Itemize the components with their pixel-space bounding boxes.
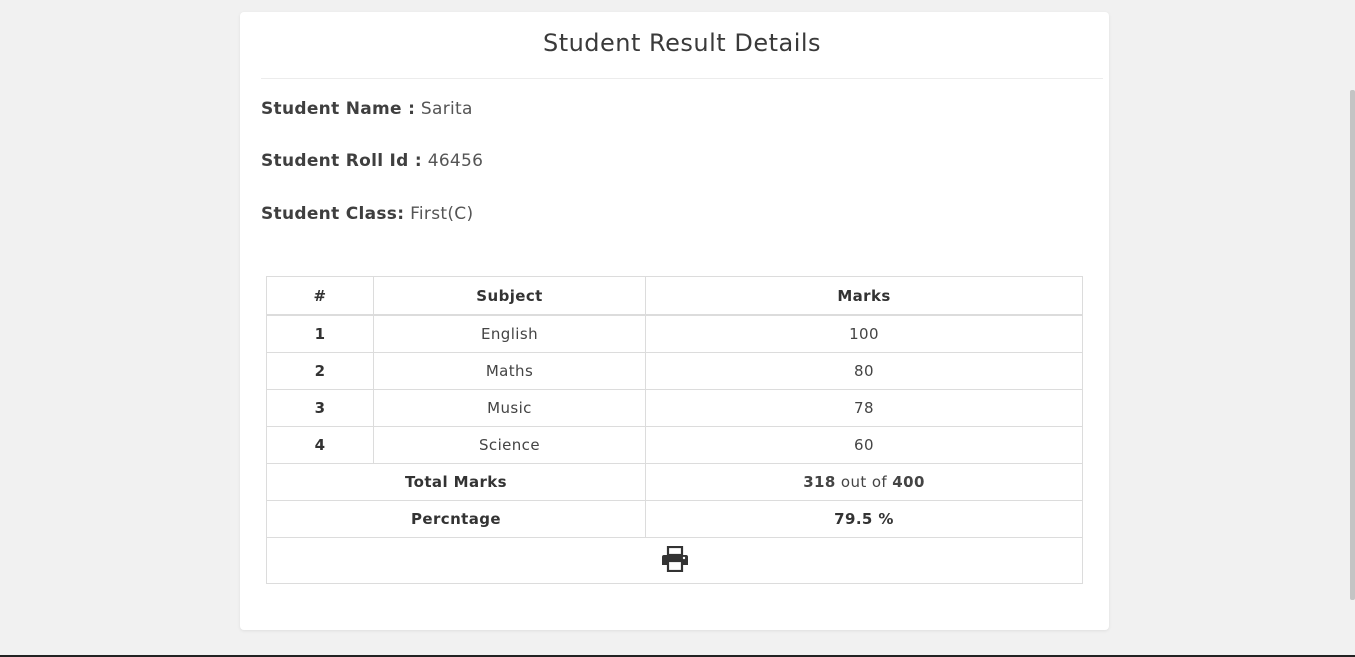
header-marks: Marks [645,276,1083,316]
percentage-label: Percntage [266,500,646,538]
header-index: # [266,276,374,316]
row-index: 1 [266,314,374,353]
student-roll-value: 46456 [427,151,484,171]
table-row: 2 Maths 80 [266,352,1083,390]
row-index: 4 [266,426,374,464]
header-subject: Subject [373,276,646,316]
print-cell [266,537,1083,584]
table-header-row: # Subject Marks [266,276,1083,316]
row-index: 2 [266,352,374,390]
total-label: Total Marks [266,463,646,501]
total-max: 400 [892,473,925,491]
total-obtained: 318 [803,473,836,491]
total-out-of: out of [840,473,888,491]
print-button[interactable] [661,545,689,576]
row-marks: 60 [645,426,1083,464]
percentage-value: 79.5 % [645,500,1083,538]
student-name-label: Student Name : [261,99,416,119]
row-subject: English [373,314,646,353]
table-row: 4 Science 60 [266,426,1083,464]
student-class-label: Student Class: [261,204,405,224]
result-table: # Subject Marks 1 English 100 2 Maths 80… [266,276,1083,584]
result-card: Student Result Details Student Name : Sa… [240,12,1109,630]
row-marks: 78 [645,389,1083,427]
row-marks: 100 [645,314,1083,353]
table-row: 1 English 100 [266,314,1083,353]
card-title: Student Result Details [261,12,1103,79]
student-class-value: First(C) [410,204,474,224]
total-value: 318 out of 400 [645,463,1083,501]
student-class-row: Student Class: First(C) [261,204,473,224]
row-subject: Science [373,426,646,464]
table-row: 3 Music 78 [266,389,1083,427]
student-roll-row: Student Roll Id : 46456 [261,151,483,171]
print-row [266,537,1083,584]
total-row: Total Marks 318 out of 400 [266,463,1083,501]
student-name-value: Sarita [420,99,473,119]
student-name-row: Student Name : Sarita [261,99,473,119]
row-subject: Maths [373,352,646,390]
row-marks: 80 [645,352,1083,390]
percentage-row: Percntage 79.5 % [266,500,1083,538]
student-roll-label: Student Roll Id : [261,151,422,171]
row-subject: Music [373,389,646,427]
scrollbar[interactable] [1350,90,1355,600]
print-icon[interactable] [661,545,689,572]
row-index: 3 [266,389,374,427]
page: Student Result Details Student Name : Sa… [0,0,1355,657]
